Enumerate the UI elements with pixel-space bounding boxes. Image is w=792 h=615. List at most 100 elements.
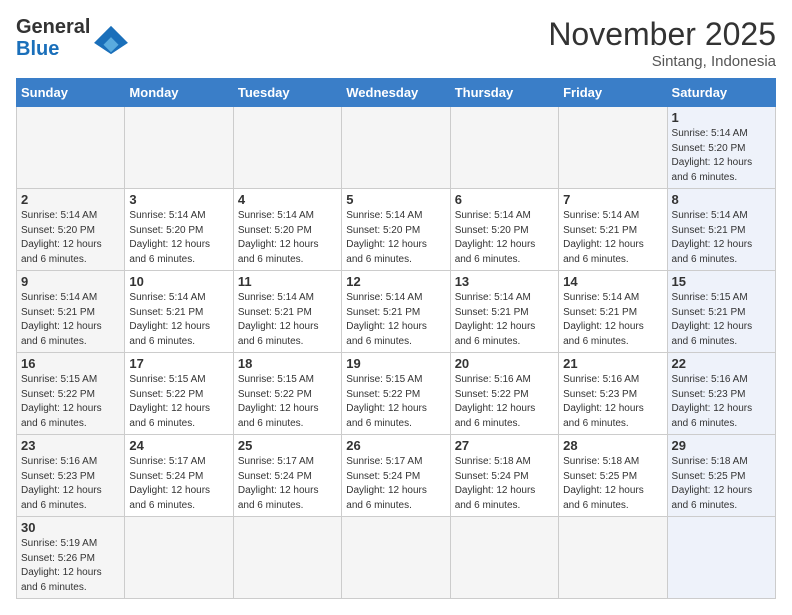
calendar-cell: 25 Sunrise: 5:17 AMSunset: 5:24 PMDayligh… bbox=[233, 435, 341, 517]
calendar-header-row: SundayMondayTuesdayWednesdayThursdayFrid… bbox=[17, 79, 776, 107]
day-number: 23 bbox=[21, 438, 120, 453]
day-info: Sunrise: 5:14 AMSunset: 5:21 PMDaylight:… bbox=[346, 291, 445, 349]
calendar-cell: 23 Sunrise: 5:16 AMSunset: 5:23 PMDayligh… bbox=[17, 435, 125, 517]
calendar-cell: 12 Sunrise: 5:14 AMSunset: 5:21 PMDayligh… bbox=[342, 271, 450, 353]
calendar-cell: 2 Sunrise: 5:14 AMSunset: 5:20 PMDaylight… bbox=[17, 189, 125, 271]
day-number: 1 bbox=[672, 110, 771, 125]
calendar-cell bbox=[125, 517, 233, 599]
day-number: 18 bbox=[238, 356, 337, 371]
day-info: Sunrise: 5:14 AMSunset: 5:21 PMDaylight:… bbox=[129, 291, 228, 349]
calendar-cell: 18 Sunrise: 5:15 AMSunset: 5:22 PMDayligh… bbox=[233, 353, 341, 435]
day-info: Sunrise: 5:14 AMSunset: 5:21 PMDaylight:… bbox=[563, 291, 662, 349]
day-number: 17 bbox=[129, 356, 228, 371]
day-info: Sunrise: 5:16 AMSunset: 5:22 PMDaylight:… bbox=[455, 373, 554, 431]
day-info: Sunrise: 5:14 AMSunset: 5:21 PMDaylight:… bbox=[672, 209, 771, 267]
day-number: 29 bbox=[672, 438, 771, 453]
col-header-thursday: Thursday bbox=[450, 79, 558, 107]
day-number: 13 bbox=[455, 274, 554, 289]
day-number: 22 bbox=[672, 356, 771, 371]
calendar-cell: 19 Sunrise: 5:15 AMSunset: 5:22 PMDayligh… bbox=[342, 353, 450, 435]
col-header-friday: Friday bbox=[559, 79, 667, 107]
logo-icon bbox=[92, 24, 130, 56]
calendar-cell: 14Sunrise: 5:14 AMSunset: 5:21 PMDayligh… bbox=[559, 271, 667, 353]
week-row-5: 30 Sunrise: 5:19 AMSunset: 5:26 PMDayligh… bbox=[17, 517, 776, 599]
day-info: Sunrise: 5:16 AMSunset: 5:23 PMDaylight:… bbox=[21, 455, 120, 513]
calendar-cell: 7 Sunrise: 5:14 AMSunset: 5:21 PMDaylight… bbox=[559, 189, 667, 271]
day-number: 30 bbox=[21, 520, 120, 535]
day-number: 7 bbox=[563, 192, 662, 207]
day-number: 24 bbox=[129, 438, 228, 453]
day-info: Sunrise: 5:18 AMSunset: 5:24 PMDaylight:… bbox=[455, 455, 554, 513]
location-subtitle: Sintang, Indonesia bbox=[548, 53, 776, 70]
calendar-cell: 28Sunrise: 5:18 AMSunset: 5:25 PMDayligh… bbox=[559, 435, 667, 517]
calendar-cell: 20 Sunrise: 5:16 AMSunset: 5:22 PMDayligh… bbox=[450, 353, 558, 435]
day-number: 15 bbox=[672, 274, 771, 289]
day-number: 6 bbox=[455, 192, 554, 207]
day-number: 4 bbox=[238, 192, 337, 207]
calendar-cell: 26 Sunrise: 5:17 AMSunset: 5:24 PMDayligh… bbox=[342, 435, 450, 517]
day-number: 8 bbox=[672, 192, 771, 207]
day-number: 20 bbox=[455, 356, 554, 371]
calendar-cell: 15Sunrise: 5:15 AMSunset: 5:21 PMDayligh… bbox=[667, 271, 775, 353]
col-header-wednesday: Wednesday bbox=[342, 79, 450, 107]
logo: General Blue bbox=[16, 16, 130, 60]
calendar-cell: 11 Sunrise: 5:14 AMSunset: 5:21 PMDayligh… bbox=[233, 271, 341, 353]
col-header-tuesday: Tuesday bbox=[233, 79, 341, 107]
week-row-3: 16 Sunrise: 5:15 AMSunset: 5:22 PMDayligh… bbox=[17, 353, 776, 435]
day-info: Sunrise: 5:14 AMSunset: 5:20 PMDaylight:… bbox=[21, 209, 120, 267]
week-row-2: 9 Sunrise: 5:14 AMSunset: 5:21 PMDaylight… bbox=[17, 271, 776, 353]
calendar-cell: 3Sunrise: 5:14 AMSunset: 5:20 PMDaylight… bbox=[125, 189, 233, 271]
calendar-cell bbox=[559, 107, 667, 189]
day-info: Sunrise: 5:14 AMSunset: 5:20 PMDaylight:… bbox=[672, 127, 771, 185]
day-number: 26 bbox=[346, 438, 445, 453]
day-info: Sunrise: 5:15 AMSunset: 5:22 PMDaylight:… bbox=[346, 373, 445, 431]
day-info: Sunrise: 5:17 AMSunset: 5:24 PMDaylight:… bbox=[346, 455, 445, 513]
day-info: Sunrise: 5:18 AMSunset: 5:25 PMDaylight:… bbox=[672, 455, 771, 513]
calendar-cell: 4 Sunrise: 5:14 AMSunset: 5:20 PMDaylight… bbox=[233, 189, 341, 271]
calendar-cell bbox=[667, 517, 775, 599]
day-number: 2 bbox=[21, 192, 120, 207]
calendar-cell: 8 Sunrise: 5:14 AMSunset: 5:21 PMDaylight… bbox=[667, 189, 775, 271]
calendar-cell bbox=[559, 517, 667, 599]
day-info: Sunrise: 5:14 AMSunset: 5:21 PMDaylight:… bbox=[563, 209, 662, 267]
day-number: 25 bbox=[238, 438, 337, 453]
day-info: Sunrise: 5:17 AMSunset: 5:24 PMDaylight:… bbox=[129, 455, 228, 513]
calendar-cell: 30 Sunrise: 5:19 AMSunset: 5:26 PMDayligh… bbox=[17, 517, 125, 599]
day-info: Sunrise: 5:14 AMSunset: 5:21 PMDaylight:… bbox=[238, 291, 337, 349]
day-number: 11 bbox=[238, 274, 337, 289]
day-info: Sunrise: 5:17 AMSunset: 5:24 PMDaylight:… bbox=[238, 455, 337, 513]
calendar-cell: 9 Sunrise: 5:14 AMSunset: 5:21 PMDaylight… bbox=[17, 271, 125, 353]
day-number: 16 bbox=[21, 356, 120, 371]
calendar-cell: 10Sunrise: 5:14 AMSunset: 5:21 PMDayligh… bbox=[125, 271, 233, 353]
day-info: Sunrise: 5:14 AMSunset: 5:21 PMDaylight:… bbox=[21, 291, 120, 349]
calendar-cell bbox=[233, 107, 341, 189]
day-number: 12 bbox=[346, 274, 445, 289]
calendar-cell bbox=[342, 107, 450, 189]
calendar-cell bbox=[450, 517, 558, 599]
calendar-table: SundayMondayTuesdayWednesdayThursdayFrid… bbox=[16, 78, 776, 599]
col-header-monday: Monday bbox=[125, 79, 233, 107]
day-info: Sunrise: 5:14 AMSunset: 5:20 PMDaylight:… bbox=[238, 209, 337, 267]
day-info: Sunrise: 5:18 AMSunset: 5:25 PMDaylight:… bbox=[563, 455, 662, 513]
calendar-cell: 13Sunrise: 5:14 AMSunset: 5:21 PMDayligh… bbox=[450, 271, 558, 353]
page-header: General Blue November 2025 Sintang, Indo… bbox=[16, 16, 776, 70]
week-row-0: 1 Sunrise: 5:14 AMSunset: 5:20 PMDaylight… bbox=[17, 107, 776, 189]
day-info: Sunrise: 5:15 AMSunset: 5:22 PMDaylight:… bbox=[21, 373, 120, 431]
calendar-cell: 1 Sunrise: 5:14 AMSunset: 5:20 PMDaylight… bbox=[667, 107, 775, 189]
day-number: 19 bbox=[346, 356, 445, 371]
calendar-cell bbox=[233, 517, 341, 599]
day-info: Sunrise: 5:19 AMSunset: 5:26 PMDaylight:… bbox=[21, 537, 120, 595]
calendar-cell: 27Sunrise: 5:18 AMSunset: 5:24 PMDayligh… bbox=[450, 435, 558, 517]
calendar-cell: 17Sunrise: 5:15 AMSunset: 5:22 PMDayligh… bbox=[125, 353, 233, 435]
calendar-title-area: November 2025 Sintang, Indonesia bbox=[548, 16, 776, 70]
week-row-4: 23 Sunrise: 5:16 AMSunset: 5:23 PMDayligh… bbox=[17, 435, 776, 517]
calendar-cell: 21Sunrise: 5:16 AMSunset: 5:23 PMDayligh… bbox=[559, 353, 667, 435]
day-number: 9 bbox=[21, 274, 120, 289]
calendar-cell bbox=[342, 517, 450, 599]
week-row-1: 2 Sunrise: 5:14 AMSunset: 5:20 PMDaylight… bbox=[17, 189, 776, 271]
calendar-cell bbox=[450, 107, 558, 189]
calendar-cell bbox=[125, 107, 233, 189]
day-number: 5 bbox=[346, 192, 445, 207]
day-info: Sunrise: 5:15 AMSunset: 5:22 PMDaylight:… bbox=[238, 373, 337, 431]
calendar-cell: 5Sunrise: 5:14 AMSunset: 5:20 PMDaylight… bbox=[342, 189, 450, 271]
